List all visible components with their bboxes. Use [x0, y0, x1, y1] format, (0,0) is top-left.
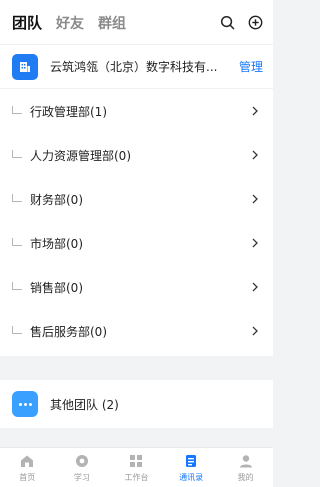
chevron-right-icon — [252, 194, 258, 204]
department-label: 市场部(0) — [30, 236, 83, 251]
org-name: 云筑鸿瓴（北京）数字科技有... — [50, 60, 218, 74]
department-list: 行政管理部(1) 人力资源管理部(0) 财务部(0) 市场部(0) 销售部(0)… — [0, 89, 273, 353]
department-label: 财务部(0) — [30, 192, 83, 207]
nav-contacts[interactable]: 通讯录 — [164, 448, 219, 487]
department-item[interactable]: 行政管理部(1) — [0, 89, 273, 133]
learn-icon — [74, 453, 90, 469]
add-circle-icon[interactable] — [247, 14, 263, 30]
chevron-right-icon — [252, 150, 258, 160]
tree-branch-icon — [12, 282, 22, 290]
tree-branch-icon — [12, 194, 22, 202]
manage-button[interactable]: 管理 — [239, 58, 263, 75]
org-card: 云筑鸿瓴（北京）数字科技有... 管理 行政管理部(1) 人力资源管理部(0) … — [0, 44, 273, 356]
more-dots-icon — [12, 391, 38, 417]
department-item[interactable]: 人力资源管理部(0) — [0, 133, 273, 177]
tab-groups[interactable]: 群组 — [98, 13, 126, 33]
home-icon — [19, 453, 35, 469]
nav-workbench[interactable]: 工作台 — [109, 448, 164, 487]
nav-label: 通讯录 — [179, 472, 204, 482]
nav-label: 首页 — [19, 472, 36, 482]
search-icon[interactable] — [219, 14, 235, 30]
nav-label: 工作台 — [124, 472, 149, 482]
tab-group: 团队 好友 群组 — [12, 12, 219, 33]
other-teams-label: 其他团队 (2) — [50, 397, 119, 412]
nav-label: 学习 — [73, 472, 90, 482]
tree-branch-icon — [12, 326, 22, 334]
department-label: 销售部(0) — [30, 280, 83, 295]
top-bar: 团队 好友 群组 — [0, 0, 273, 44]
tree-branch-icon — [12, 238, 22, 246]
bottom-nav: 首页 学习 工作台 通讯录 我的 — [0, 447, 273, 487]
nav-profile[interactable]: 我的 — [218, 448, 273, 487]
department-item[interactable]: 市场部(0) — [0, 221, 273, 265]
profile-icon — [238, 453, 254, 469]
tree-branch-icon — [12, 106, 22, 114]
nav-label: 我的 — [237, 472, 254, 482]
other-teams-row[interactable]: 其他团队 (2) — [0, 380, 273, 428]
tab-team[interactable]: 团队 — [12, 12, 42, 33]
department-label: 行政管理部(1) — [30, 104, 107, 119]
org-header[interactable]: 云筑鸿瓴（北京）数字科技有... 管理 — [0, 45, 273, 89]
department-item[interactable]: 售后服务部(0) — [0, 309, 273, 353]
top-actions — [219, 14, 263, 30]
tab-friends[interactable]: 好友 — [56, 13, 84, 33]
chevron-right-icon — [252, 282, 258, 292]
workbench-icon — [128, 453, 144, 469]
chevron-right-icon — [252, 238, 258, 248]
department-label: 人力资源管理部(0) — [30, 148, 131, 163]
chevron-right-icon — [252, 326, 258, 336]
department-label: 售后服务部(0) — [30, 324, 107, 339]
contacts-icon — [183, 453, 199, 469]
tree-branch-icon — [12, 150, 22, 158]
nav-learn[interactable]: 学习 — [55, 448, 110, 487]
department-item[interactable]: 财务部(0) — [0, 177, 273, 221]
chevron-right-icon — [252, 106, 258, 116]
org-logo-icon — [12, 53, 38, 80]
department-item[interactable]: 销售部(0) — [0, 265, 273, 309]
nav-home[interactable]: 首页 — [0, 448, 55, 487]
